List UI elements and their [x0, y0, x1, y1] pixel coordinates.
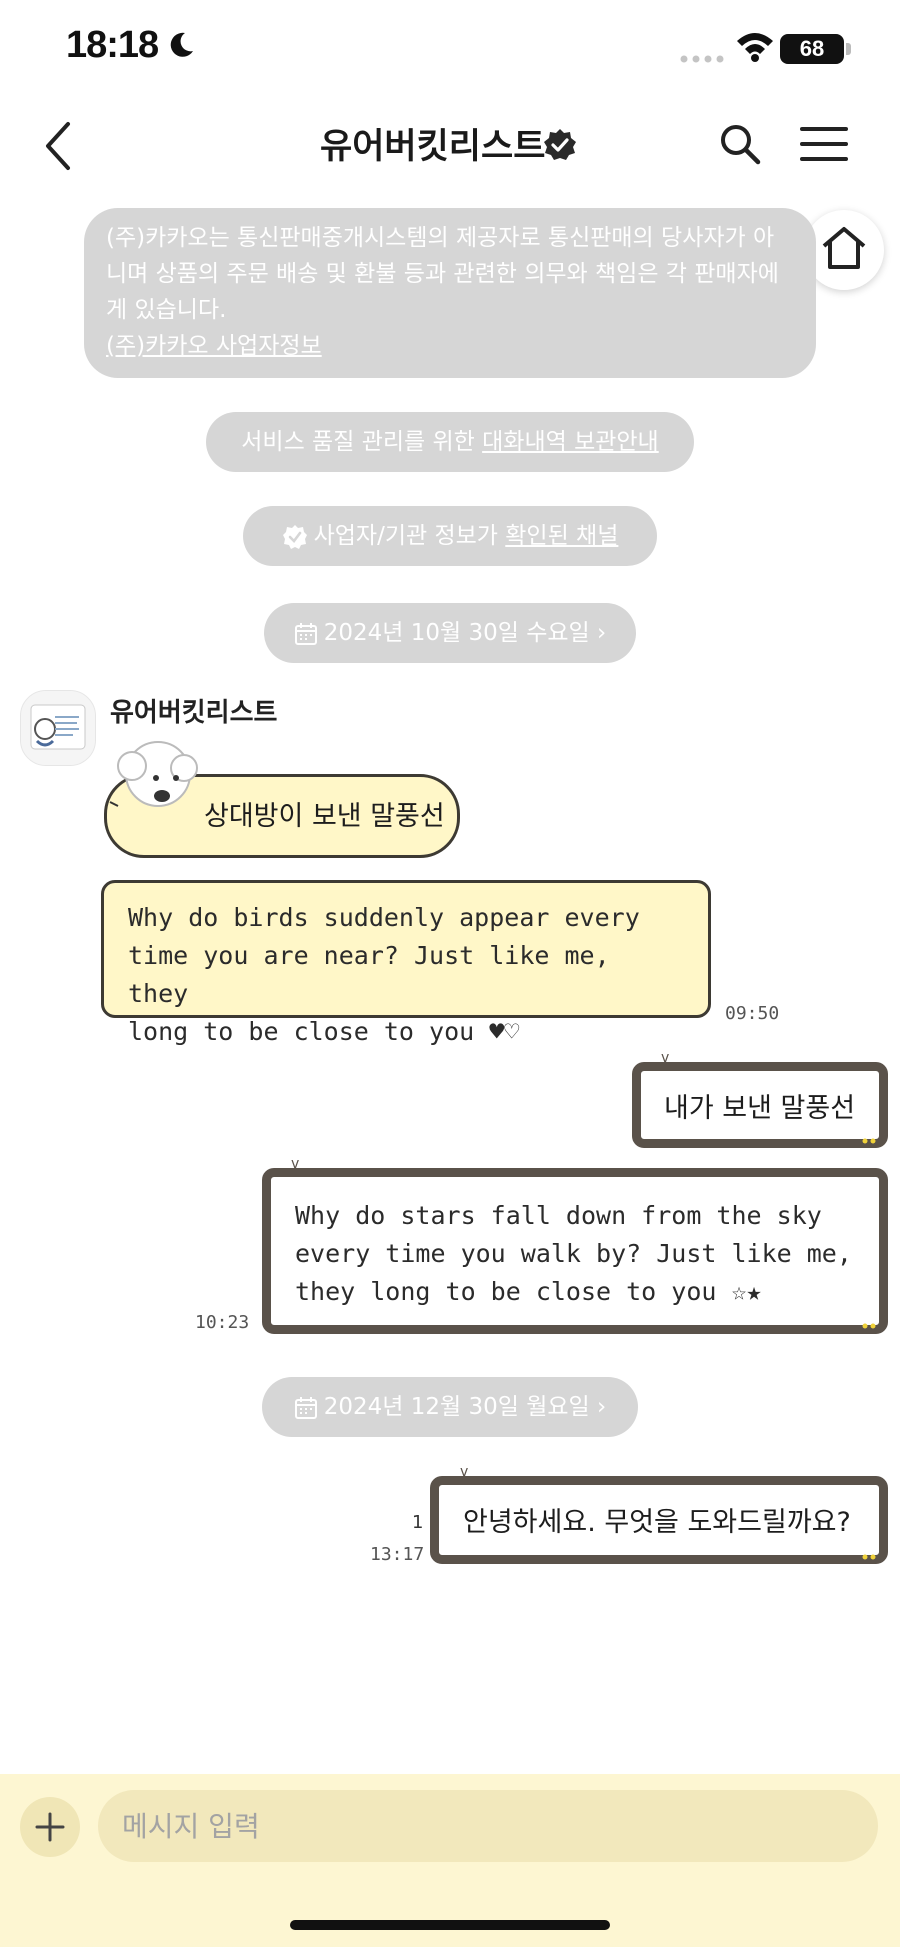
outgoing-bubble-1-text: 내가 보낸 말풍선 [664, 1093, 856, 1124]
date-divider-2-text: 2024년 12월 30일 월요일 [323, 1394, 590, 1420]
outgoing-bubble-2[interactable]: Why do stars fall down from the sky ever… [262, 1168, 888, 1334]
date-divider-1[interactable]: 2024년 10월 30일 수요일 › [264, 603, 636, 663]
calendar-icon [294, 1396, 317, 1419]
incoming-bubble-1-text: 상대방이 보낸 말풍선 [204, 801, 445, 832]
chevron-right-icon: › [597, 620, 607, 646]
decoration-dots-icon [862, 1138, 876, 1144]
verified-channel-link[interactable]: 확인된 채널 [505, 523, 618, 549]
verified-badge-icon [544, 129, 576, 160]
menu-icon[interactable] [800, 126, 848, 162]
attach-button[interactable] [20, 1797, 80, 1857]
battery-indicator: 68 [780, 34, 844, 64]
home-icon [822, 227, 866, 269]
profile-image [21, 691, 95, 765]
puppy-sticker-icon [109, 741, 198, 807]
message-input[interactable] [98, 1790, 878, 1862]
incoming-bubble-2-line: long to be close to you ♥♡ [128, 1017, 520, 1046]
disclaimer-text: (주)카카오는 통신판매중개시스템의 제공자로 통신판매의 당사자가 아니며 상… [106, 225, 779, 323]
verified-check-icon [282, 524, 307, 549]
message-time: 09:50 [725, 1003, 780, 1024]
back-arrow-icon[interactable] [40, 118, 76, 174]
calendar-icon [294, 622, 317, 645]
disclaimer-notice: (주)카카오는 통신판매중개시스템의 제공자로 통신판매의 당사자가 아니며 상… [84, 208, 816, 378]
incoming-bubble-2[interactable]: Why do birds suddenly appear every time … [101, 880, 711, 1046]
home-indicator [290, 1920, 610, 1930]
outgoing-bubble-2-line: Why do stars fall down from the sky [295, 1201, 822, 1230]
sender-name: 유어버킷리스트 [110, 698, 278, 728]
status-time: 18:18 [66, 24, 159, 66]
message-time: 13:17 [370, 1544, 425, 1565]
chevron-right-icon: › [597, 1394, 607, 1420]
channel-avatar[interactable] [20, 690, 96, 766]
incoming-bubble-2-line: Why do birds suddenly appear every [128, 903, 640, 932]
date-divider-2[interactable]: 2024년 12월 30일 월요일 › [262, 1377, 638, 1437]
service-notice-pill: 서비스 품질 관리를 위한 대화내역 보관안내 [206, 412, 694, 472]
channel-title: 유어버킷리스트 [320, 127, 546, 167]
chat-archive-link[interactable]: 대화내역 보관안내 [482, 429, 659, 455]
outgoing-bubble-3-text: 안녕하세요. 무엇을 도와드릴까요? [463, 1507, 851, 1538]
decoration-dots-icon [862, 1554, 876, 1560]
message-time: 10:23 [195, 1312, 250, 1333]
service-notice-text: 서비스 품질 관리를 위한 [241, 429, 483, 455]
outgoing-bubble-2-line: they long to be close to you ☆★ [295, 1277, 762, 1306]
verified-channel-text: 사업자/기관 정보가 [313, 523, 506, 549]
outgoing-bubble-2-line: every time you walk by? Just like me, [295, 1239, 852, 1268]
verified-channel-pill: 사업자/기관 정보가 확인된 채널 [243, 506, 657, 566]
unread-count: 1 [412, 1512, 424, 1533]
home-button[interactable] [804, 210, 884, 290]
decoration-dots-icon [862, 1323, 876, 1329]
business-info-link[interactable]: (주)카카오 사업자정보 [106, 328, 794, 364]
battery-tip [846, 43, 851, 55]
plus-icon [35, 1812, 65, 1842]
incoming-bubble-2-line: time you are near? Just like me, they [128, 941, 610, 1008]
moon-icon [170, 32, 193, 57]
date-divider-1-text: 2024년 10월 30일 수요일 [323, 620, 590, 646]
search-icon[interactable] [718, 122, 762, 166]
wifi-icon [737, 33, 773, 62]
cellular-signal-icon [680, 55, 724, 63]
